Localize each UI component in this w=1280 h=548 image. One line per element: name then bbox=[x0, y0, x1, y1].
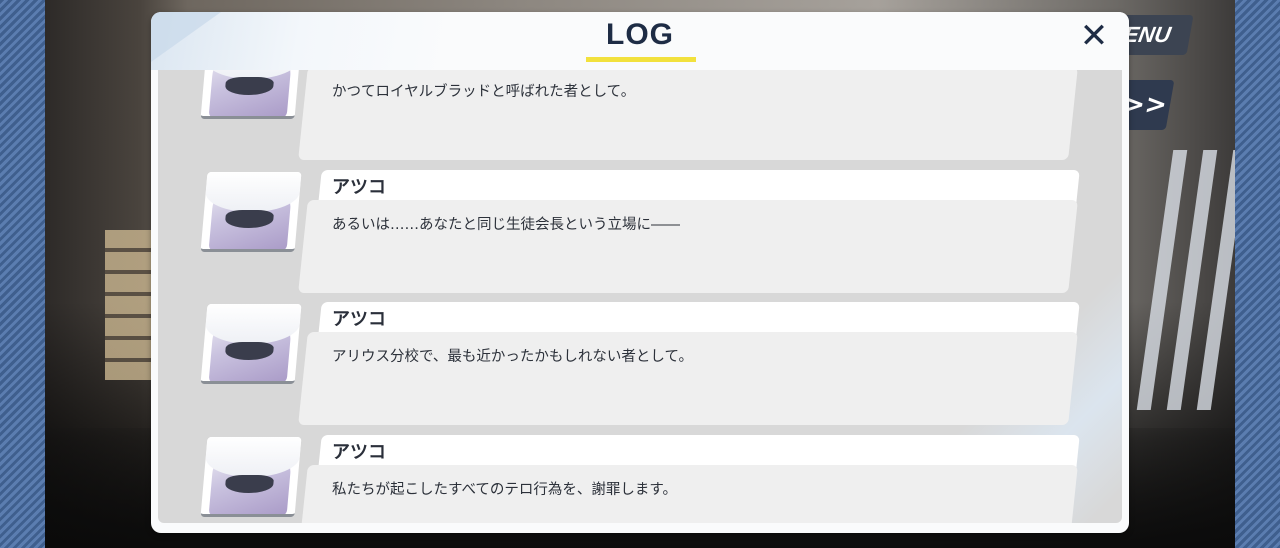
speaker-name-tab bbox=[318, 435, 1080, 469]
log-panel: LOG ✕ かつてロイヤルブラッドと呼ばれた者として。 アツコ あるいは……あな… bbox=[151, 12, 1129, 533]
log-entry: アツコ 私たちが起こしたすべてのテロ行為を、謝罪します。 bbox=[158, 435, 1122, 523]
speaker-portrait bbox=[200, 304, 302, 384]
speaker-name-tab bbox=[318, 302, 1080, 336]
log-entry: かつてロイヤルブラッドと呼ばれた者として。 bbox=[158, 70, 1122, 167]
speaker-name: アツコ bbox=[332, 177, 386, 198]
dialogue-text: かつてロイヤルブラッドと呼ばれた者として。 bbox=[332, 84, 636, 100]
dialogue-text: 私たちが起こしたすべてのテロ行為を、謝罪します。 bbox=[332, 482, 677, 498]
speaker-name: アツコ bbox=[332, 442, 386, 463]
close-icon[interactable]: ✕ bbox=[1076, 18, 1112, 54]
speaker-name: アツコ bbox=[332, 309, 386, 330]
speaker-name-tab bbox=[318, 170, 1080, 204]
dialogue-text: アリウス分校で、最も近かったかもしれない者として。 bbox=[332, 349, 694, 365]
speaker-portrait bbox=[200, 172, 302, 252]
dialogue-text: あるいは……あなたと同じ生徒会長という立場に―― bbox=[332, 217, 680, 233]
speaker-portrait bbox=[200, 437, 302, 517]
title-underline bbox=[586, 57, 696, 62]
speaker-portrait bbox=[200, 70, 302, 119]
log-entry: アツコ アリウス分校で、最も近かったかもしれない者として。 bbox=[158, 302, 1122, 432]
log-title: LOG bbox=[606, 18, 674, 51]
log-entry: アツコ あるいは……あなたと同じ生徒会長という立場に―― bbox=[158, 170, 1122, 300]
log-header: LOG ✕ bbox=[151, 12, 1129, 70]
log-list[interactable]: かつてロイヤルブラッドと呼ばれた者として。 アツコ あるいは……あなたと同じ生徒… bbox=[158, 70, 1122, 523]
